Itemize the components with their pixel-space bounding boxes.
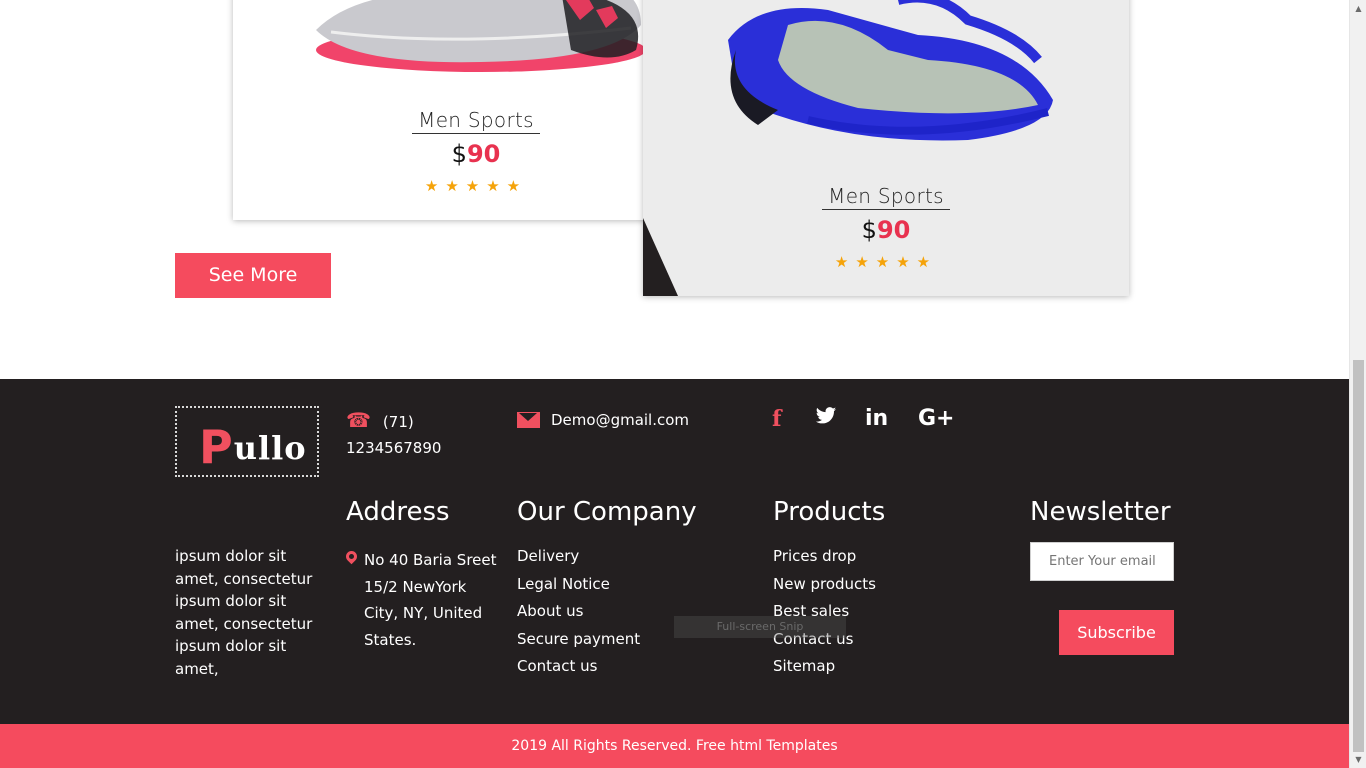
product-name[interactable]: Men Sports <box>643 184 1129 210</box>
page-scrollbar[interactable]: ▲ ▼ <box>1349 0 1366 768</box>
subscribe-button[interactable]: Subscribe <box>1059 610 1174 655</box>
google-plus-icon[interactable]: G+ <box>918 406 955 431</box>
products-section: Men Sports $90 ★★★★★ Men Sports $90 ★★★★… <box>0 0 1349 379</box>
footer-link-prices-drop[interactable]: Prices drop <box>773 545 876 573</box>
footer-link-about-us[interactable]: About us <box>517 600 640 628</box>
see-more-button[interactable]: See More <box>175 253 331 298</box>
shoe-image-blue <box>728 0 1053 141</box>
facebook-icon[interactable]: f <box>772 406 781 432</box>
envelope-icon <box>517 412 540 428</box>
rating-stars: ★★★★★ <box>834 253 938 271</box>
twitter-icon[interactable] <box>815 406 837 432</box>
email-address[interactable]: Demo@gmail.com <box>551 411 689 429</box>
product-card[interactable]: Men Sports $90 ★★★★★ <box>643 0 1129 296</box>
linkedin-icon[interactable]: in <box>865 406 888 431</box>
snip-overlay: Full-screen Snip <box>674 616 846 638</box>
scrollbar-thumb[interactable] <box>1353 360 1364 752</box>
address-title: Address <box>346 497 450 527</box>
footer-link-new-products[interactable]: New products <box>773 573 876 601</box>
location-pin-icon <box>343 548 360 565</box>
address-text: No 40 Baria Sreet 15/2 NewYork City, NY,… <box>364 551 497 649</box>
products-title: Products <box>773 497 886 527</box>
product-price: $90 <box>861 216 911 244</box>
phone-icon: ☎ <box>346 408 371 432</box>
logo[interactable]: Pullo <box>175 406 319 477</box>
phone-contact: ☎ (71) 1234567890 <box>346 407 456 461</box>
footer-link-contact-us[interactable]: Contact us <box>517 655 640 683</box>
footer-link-secure-payment[interactable]: Secure payment <box>517 628 640 656</box>
logo-text: Pullo <box>199 420 307 474</box>
phone-area: (71) <box>382 413 414 431</box>
email-contact[interactable]: Demo@gmail.com <box>517 409 689 429</box>
newsletter-email-input[interactable] <box>1030 542 1174 581</box>
products-links: Prices drop New products Best sales Cont… <box>773 545 876 683</box>
newsletter-title: Newsletter <box>1030 497 1171 527</box>
footer-link-delivery[interactable]: Delivery <box>517 545 640 573</box>
footer-link-sitemap[interactable]: Sitemap <box>773 655 876 683</box>
company-title: Our Company <box>517 497 697 527</box>
copyright-text: 2019 All Rights Reserved. Free html Temp… <box>511 738 838 754</box>
footer: Pullo ☎ (71) 1234567890 Demo@gmail.com f … <box>0 379 1349 724</box>
scroll-up-icon[interactable]: ▲ <box>1350 0 1366 17</box>
scroll-down-icon[interactable]: ▼ <box>1350 751 1366 768</box>
about-text: ipsum dolor sit amet, consectetur ipsum … <box>175 547 313 678</box>
footer-link-legal-notice[interactable]: Legal Notice <box>517 573 640 601</box>
company-links: Delivery Legal Notice About us Secure pa… <box>517 545 640 683</box>
copyright-bar: 2019 All Rights Reserved. Free html Temp… <box>0 724 1349 768</box>
shoe-image-pink <box>316 0 646 72</box>
phone-number: 1234567890 <box>346 439 442 457</box>
